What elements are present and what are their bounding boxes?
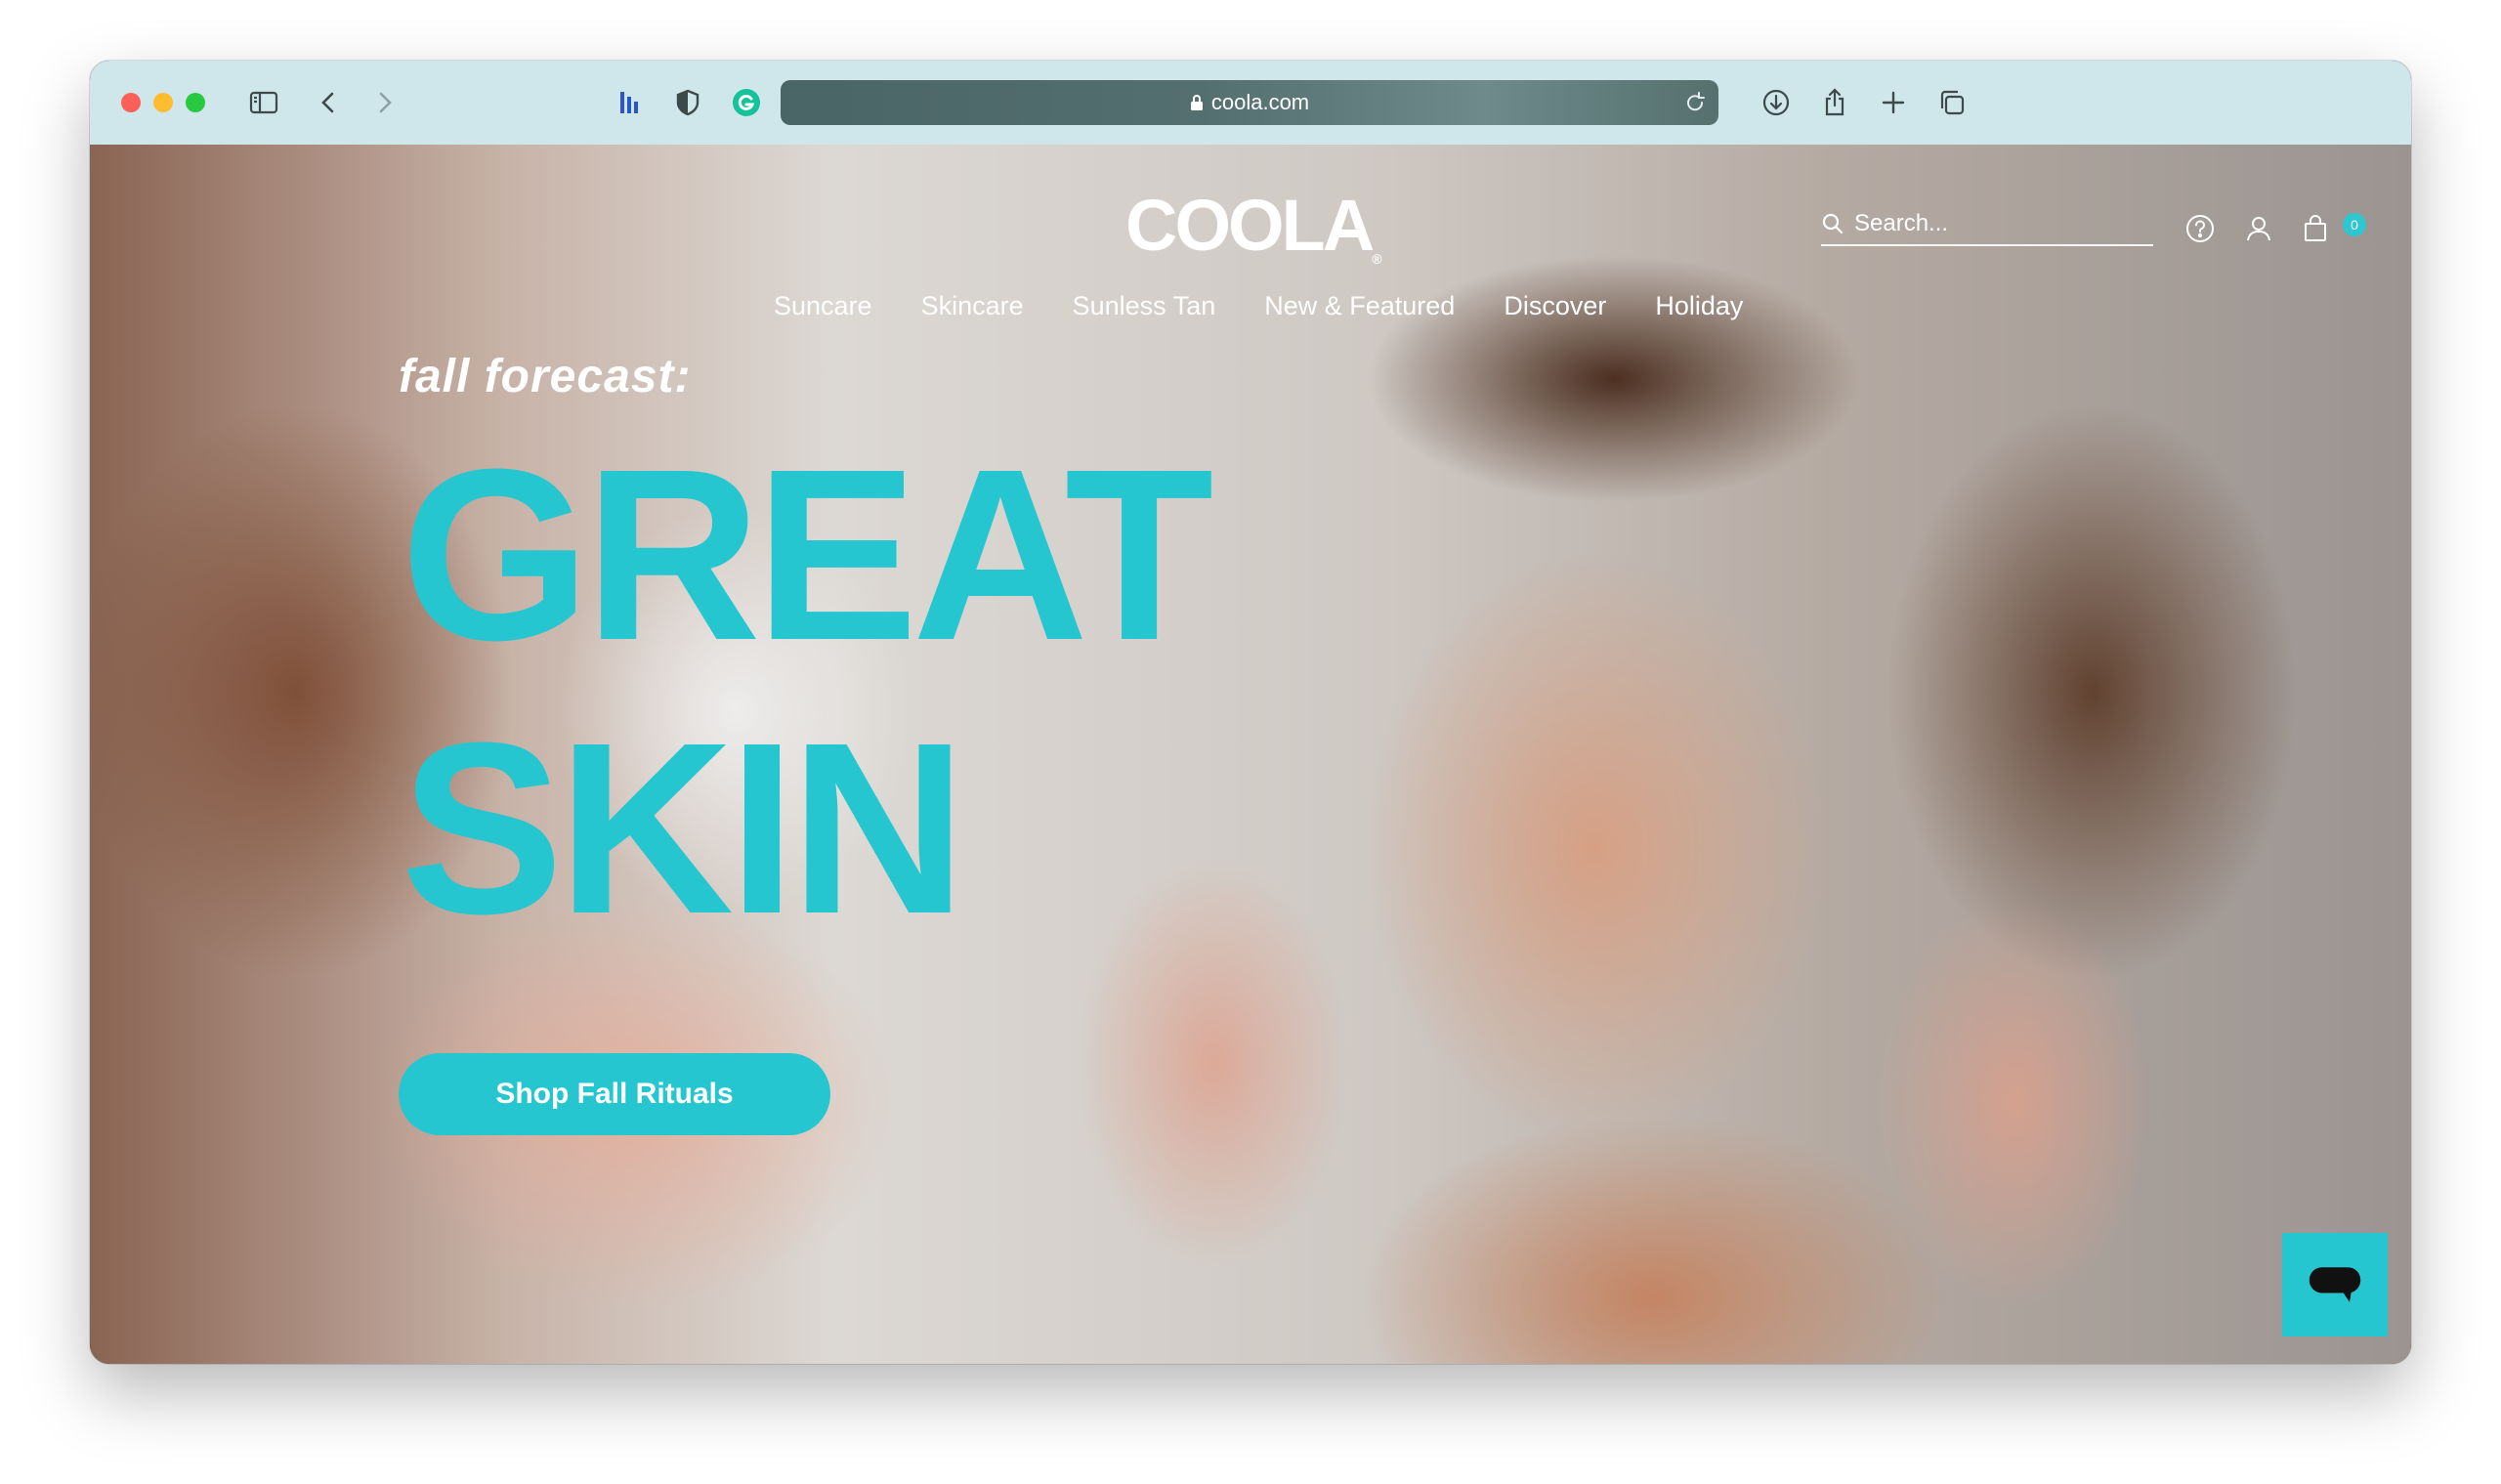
zoom-window-button[interactable] [186, 93, 205, 112]
share-icon[interactable] [1813, 81, 1856, 124]
nav-skincare[interactable]: Skincare [921, 291, 1024, 321]
shop-fall-rituals-button[interactable]: Shop Fall Rituals [399, 1053, 830, 1135]
new-tab-icon[interactable] [1872, 81, 1915, 124]
address-bar[interactable]: coola.com [781, 80, 1718, 125]
logo-text: COOLA [1125, 185, 1375, 266]
url-text: coola.com [1210, 90, 1310, 114]
chat-launcher-button[interactable] [2282, 1233, 2388, 1336]
chat-bubble-icon [2309, 1267, 2361, 1302]
reload-icon[interactable] [1683, 91, 1707, 114]
download-icon[interactable] [1755, 81, 1798, 124]
browser-toolbar: coola.com [90, 61, 2411, 146]
nav-suncare[interactable]: Suncare [774, 291, 872, 321]
nav-new-featured[interactable]: New & Featured [1264, 291, 1455, 321]
extension-bars-icon[interactable] [608, 81, 651, 124]
account-icon[interactable] [2239, 209, 2278, 248]
site-search[interactable] [1821, 203, 2153, 246]
hero-headline-line2: SKIN [401, 692, 966, 964]
search-input[interactable] [1854, 210, 2138, 237]
minimize-window-button[interactable] [153, 93, 173, 112]
logo-registered-mark: ® [1372, 251, 1382, 267]
hero-kicker: fall forecast: [399, 351, 692, 403]
browser-window: coola.com COOLA® Suncare Skincare Sunles… [90, 61, 2411, 1364]
nav-sunless-tan[interactable]: Sunless Tan [1073, 291, 1216, 321]
back-icon[interactable] [307, 81, 350, 124]
cart-icon[interactable] [2296, 209, 2335, 248]
nav-discover[interactable]: Discover [1504, 291, 1606, 321]
coola-logo[interactable]: COOLA® [1125, 184, 1382, 267]
privacy-shield-icon[interactable] [666, 81, 709, 124]
hero-headline-line1: GREAT [401, 418, 1213, 691]
nav-holiday[interactable]: Holiday [1655, 291, 1743, 321]
search-icon [1822, 213, 1844, 234]
grammarly-icon[interactable] [725, 81, 768, 124]
close-window-button[interactable] [121, 93, 141, 112]
tab-overview-icon[interactable] [1930, 81, 1973, 124]
main-nav: Suncare Skincare Sunless Tan New & Featu… [774, 291, 1743, 321]
cart-count-badge: 0 [2343, 213, 2366, 236]
sidebar-icon[interactable] [242, 81, 285, 124]
forward-icon[interactable] [363, 81, 406, 124]
coola-homepage: COOLA® Suncare Skincare Sunless Tan New … [90, 145, 2411, 1364]
lock-icon [1190, 95, 1203, 110]
help-icon[interactable] [2181, 209, 2220, 248]
